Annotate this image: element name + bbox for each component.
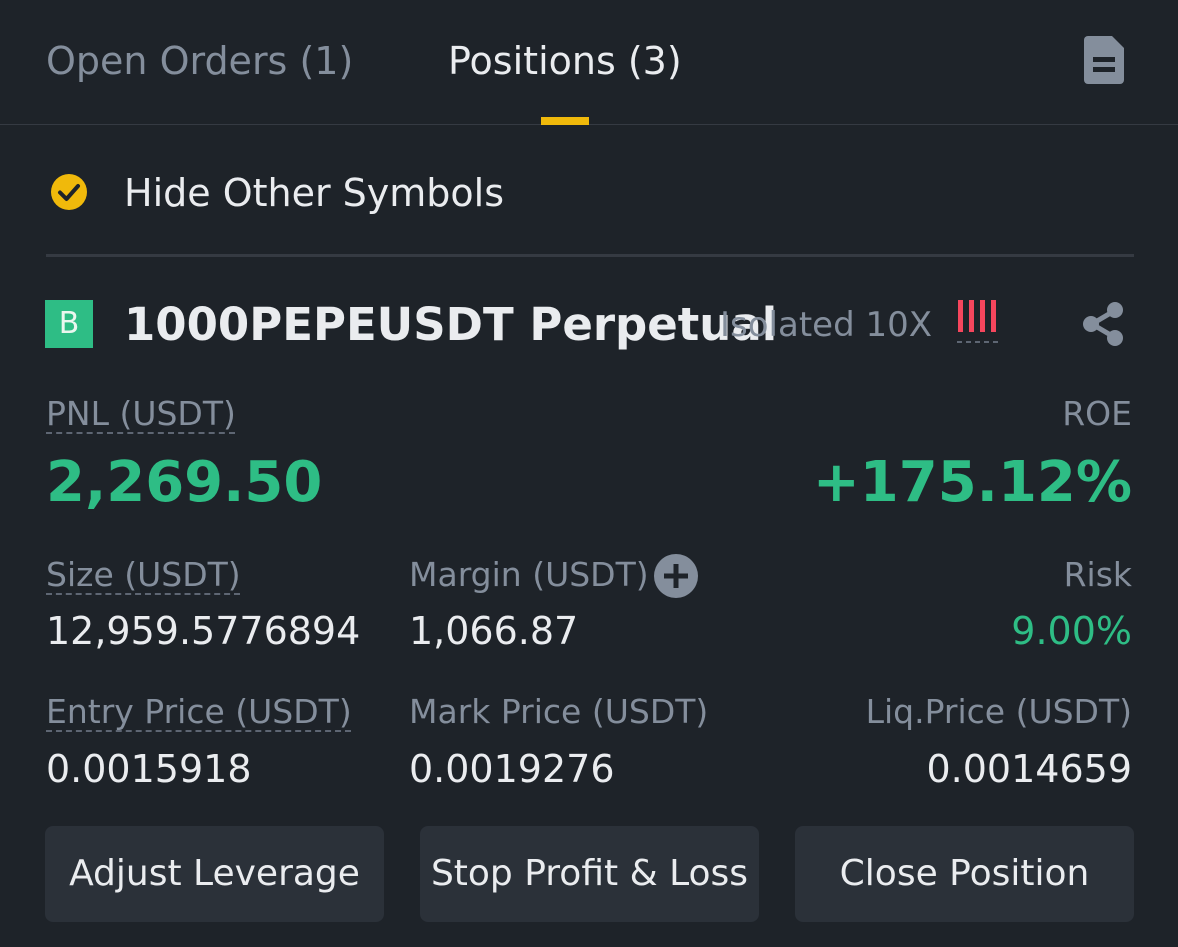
size-value: 12,959.5776894: [46, 609, 361, 653]
mark-price-value: 0.0019276: [409, 747, 615, 791]
pnl-label[interactable]: PNL (USDT): [46, 392, 236, 436]
margin-value: 1,066.87: [409, 609, 579, 653]
active-tab-indicator: [541, 117, 589, 125]
plus-circle-icon[interactable]: [653, 553, 699, 599]
tab-open-orders[interactable]: Open Orders (1): [46, 36, 353, 86]
liq-price-value: 0.0014659: [926, 747, 1133, 791]
stop-profit-loss-button[interactable]: Stop Profit & Loss: [420, 826, 759, 922]
risk-label: Risk: [1063, 555, 1132, 594]
entry-price-value: 0.0015918: [46, 747, 252, 791]
section-divider: [46, 254, 1134, 257]
pnl-value: 2,269.50: [46, 450, 323, 515]
document-icon[interactable]: [1084, 36, 1124, 84]
close-position-button[interactable]: Close Position: [795, 826, 1134, 922]
mark-price-label: Mark Price (USDT): [409, 692, 709, 731]
roe-label: ROE: [1062, 394, 1132, 433]
risk-bars-icon[interactable]: [956, 298, 1002, 346]
position-symbol[interactable]: 1000PEPEUSDT Perpetual: [124, 296, 777, 354]
entry-price-label[interactable]: Entry Price (USDT): [46, 690, 352, 734]
side-badge: B: [45, 300, 93, 348]
margin-label: Margin (USDT): [409, 555, 649, 594]
liq-price-label: Liq.Price (USDT): [865, 692, 1132, 731]
risk-value: 9.00%: [1011, 609, 1132, 653]
share-icon[interactable]: [1080, 300, 1126, 348]
size-label[interactable]: Size (USDT): [46, 553, 241, 597]
tab-positions[interactable]: Positions (3): [448, 36, 682, 86]
tab-bar: Open Orders (1) Positions (3): [0, 0, 1178, 125]
margin-mode-leverage: Isolated 10X: [720, 305, 933, 345]
check-circle-icon[interactable]: [50, 173, 88, 211]
adjust-leverage-button[interactable]: Adjust Leverage: [45, 826, 384, 922]
roe-value: +175.12%: [812, 450, 1132, 515]
hide-other-symbols-label: Hide Other Symbols: [124, 171, 505, 215]
